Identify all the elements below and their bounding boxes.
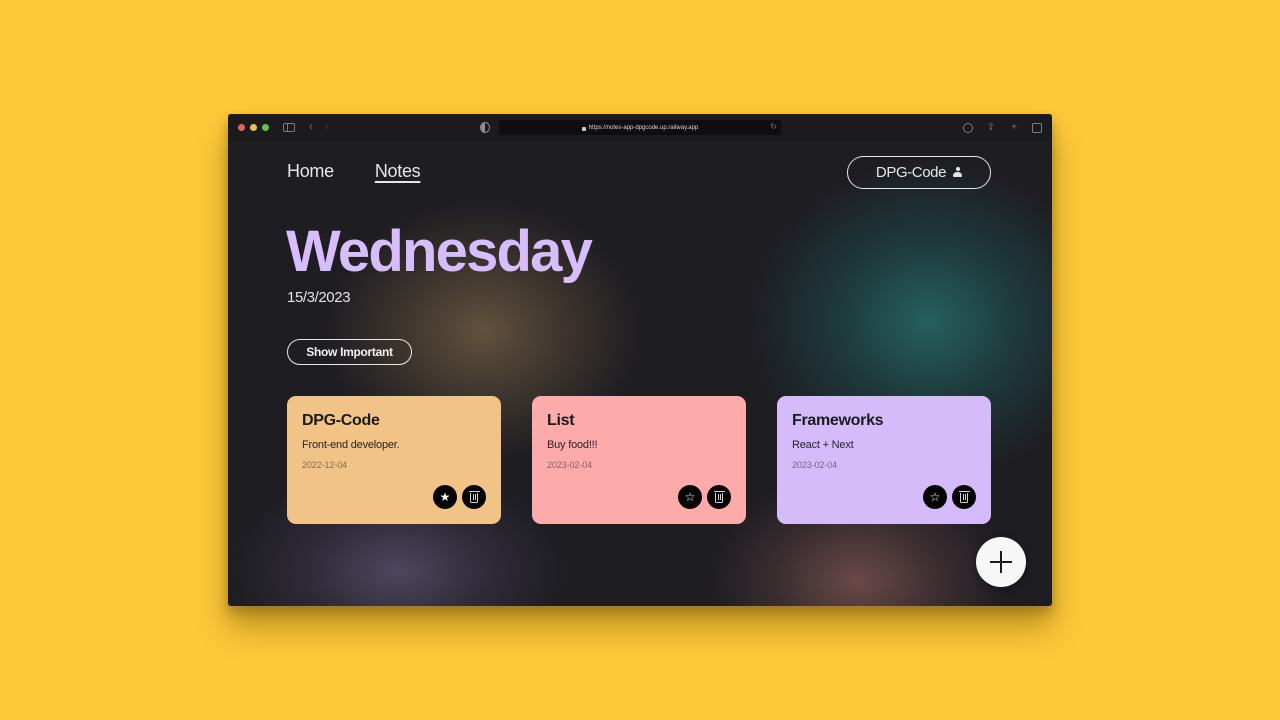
lock-icon (581, 126, 586, 131)
note-actions: ★ (433, 485, 486, 509)
minimize-window-icon[interactable] (250, 124, 257, 131)
tab-overview-icon[interactable] (1032, 122, 1042, 133)
note-card[interactable]: List Buy food!!! 2023-02-04 ☆ (532, 396, 746, 524)
notes-app: Home Notes DPG-Code Wednesday 15/3/2023 … (228, 141, 1052, 606)
user-icon (953, 167, 963, 178)
add-note-button[interactable] (976, 537, 1026, 587)
note-title: List (547, 412, 575, 429)
note-title: DPG-Code (302, 412, 380, 429)
browser-window: ‹ › https://notes-app-dpgcode.up.railway… (228, 114, 1052, 606)
main-nav: Home Notes (287, 161, 421, 182)
day-heading: Wednesday (286, 219, 593, 284)
current-date: 15/3/2023 (287, 289, 351, 306)
note-body: React + Next (792, 439, 854, 451)
note-body: Buy food!!! (547, 439, 598, 451)
star-outline-icon: ☆ (929, 490, 941, 504)
sidebar-toggle-icon[interactable] (283, 123, 295, 132)
note-title: Frameworks (792, 412, 884, 429)
new-tab-icon[interactable]: + (1009, 122, 1019, 133)
note-card[interactable]: Frameworks React + Next 2023-02-04 ☆ (777, 396, 991, 524)
trash-icon (468, 491, 480, 503)
note-card[interactable]: DPG-Code Front-end developer. 2022-12-04… (287, 396, 501, 524)
note-date: 2023-02-04 (547, 460, 593, 470)
delete-note-button[interactable] (707, 485, 731, 509)
star-outline-icon: ☆ (684, 490, 696, 504)
close-window-icon[interactable] (238, 124, 245, 131)
browser-toolbar: ‹ › https://notes-app-dpgcode.up.railway… (228, 114, 1052, 141)
address-bar[interactable]: https://notes-app-dpgcode.up.railway.app… (499, 120, 781, 135)
forward-icon[interactable]: › (325, 122, 329, 133)
nav-notes-link[interactable]: Notes (375, 161, 421, 182)
zoom-window-icon[interactable] (262, 124, 269, 131)
note-actions: ☆ (678, 485, 731, 509)
user-name: DPG-Code (875, 164, 947, 181)
trash-icon (958, 491, 970, 503)
notes-list: DPG-Code Front-end developer. 2022-12-04… (287, 396, 991, 524)
delete-note-button[interactable] (462, 485, 486, 509)
star-filled-icon: ★ (439, 490, 451, 504)
note-body: Front-end developer. (302, 439, 400, 451)
back-icon[interactable]: ‹ (309, 122, 313, 133)
window-controls (238, 124, 269, 131)
url-text[interactable]: https://notes-app-dpgcode.up.railway.app (589, 125, 699, 131)
reload-icon[interactable]: ↻ (770, 122, 777, 131)
nav-home-link[interactable]: Home (287, 161, 334, 182)
share-icon[interactable]: ⇪ (986, 122, 996, 133)
note-actions: ☆ (923, 485, 976, 509)
privacy-shield-icon[interactable] (480, 122, 490, 133)
delete-note-button[interactable] (952, 485, 976, 509)
plus-icon (990, 551, 1012, 573)
show-important-button[interactable]: Show Important (287, 339, 412, 365)
mark-important-button[interactable]: ★ (433, 485, 457, 509)
mark-important-button[interactable]: ☆ (678, 485, 702, 509)
trash-icon (713, 491, 725, 503)
user-account-button[interactable]: DPG-Code (847, 156, 991, 189)
note-date: 2022-12-04 (302, 460, 348, 470)
mark-important-button[interactable]: ☆ (923, 485, 947, 509)
note-date: 2023-02-04 (792, 460, 838, 470)
toolbar-actions: ⇪ + (963, 114, 1042, 141)
download-icon[interactable] (963, 122, 973, 133)
